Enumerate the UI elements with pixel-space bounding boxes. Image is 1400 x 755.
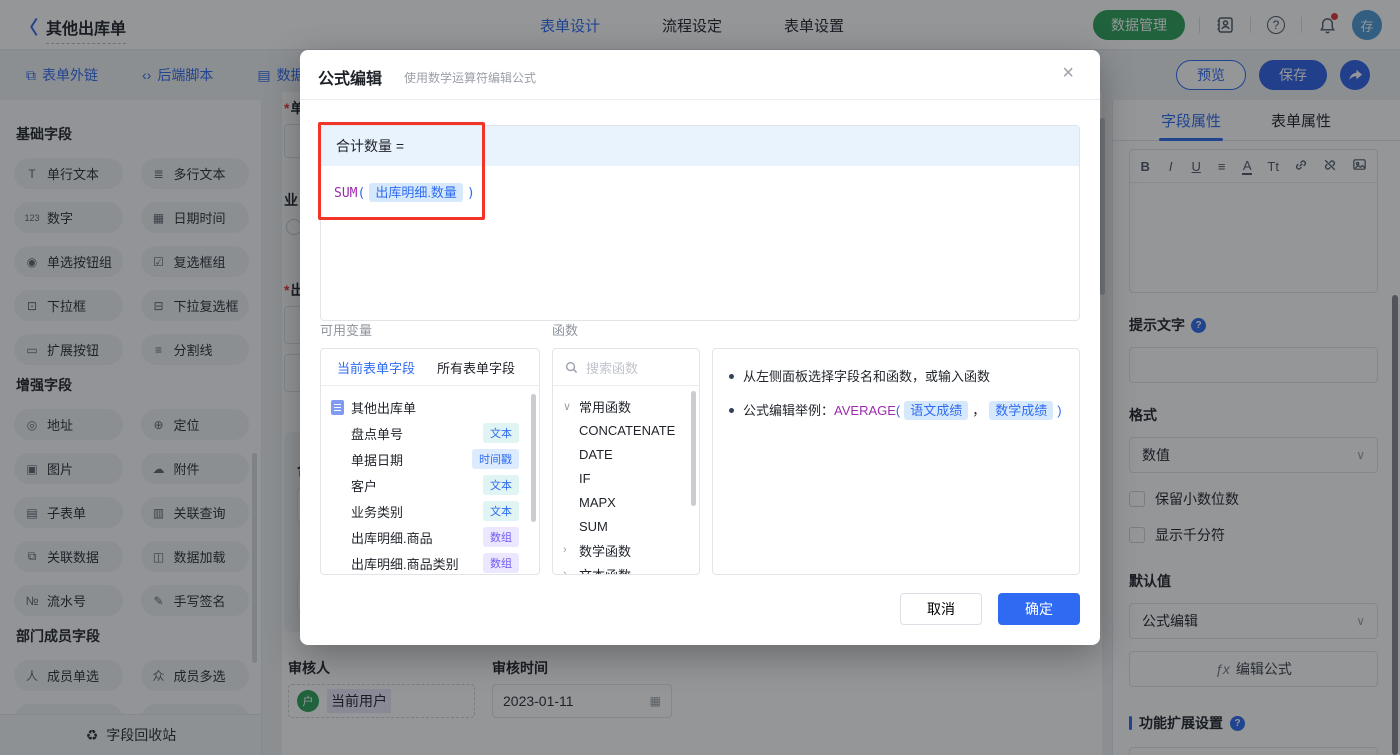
type-badge: 时间戳 <box>472 449 519 469</box>
formula-editor-modal: 公式编辑 使用数学运算符编辑公式 × 合计数量 = SUM(出库明细.数量) 可… <box>300 50 1100 645</box>
tab-current-form-fields[interactable]: 当前表单字段 <box>337 358 415 377</box>
formula-input-area[interactable]: 合计数量 = SUM(出库明细.数量) <box>320 125 1080 321</box>
variable-row[interactable]: 出库明细.商品类别 数组 <box>331 550 529 574</box>
function-item[interactable]: DATE <box>563 442 691 466</box>
paren-close: ) <box>466 186 475 201</box>
variable-row[interactable]: 业务类别 文本 <box>331 498 529 524</box>
function-search-placeholder: 搜索函数 <box>586 360 639 376</box>
type-badge: 文本 <box>483 501 519 521</box>
formula-field-token[interactable]: 出库明细.数量 <box>369 183 463 202</box>
type-badge: 数组 <box>483 553 519 573</box>
function-group-common[interactable]: ∨ 常用函数 <box>563 394 691 418</box>
example-token: 语文成绩 <box>904 401 969 420</box>
functions-label: 函数 <box>552 323 579 338</box>
variables-scrollbar[interactable] <box>531 394 536 522</box>
function-group-text[interactable]: › 文本函数 <box>563 562 691 575</box>
function-item[interactable]: IF <box>563 466 691 490</box>
type-badge: 文本 <box>483 475 519 495</box>
app-window: 〈 其他出库单 表单设计 流程设定 表单设置 数据管理 ? 存 ⧉ 表单外链 ‹… <box>0 0 1400 755</box>
confirm-button[interactable]: 确定 <box>998 593 1080 625</box>
function-item[interactable]: SUM <box>563 514 691 538</box>
caret-down-icon: ∨ <box>563 400 572 413</box>
paren-open: ( <box>357 186 366 201</box>
example-function-name: AVERAGE <box>834 403 896 418</box>
close-icon[interactable]: × <box>1062 62 1074 85</box>
example-token: 数学成绩 <box>989 401 1054 420</box>
bullet <box>729 374 734 379</box>
caret-right-icon: › <box>563 544 567 556</box>
function-search-box[interactable]: 搜索函数 <box>553 349 699 386</box>
functions-panel: 搜索函数 ∨ 常用函数 CONCATENATE DATE IF MAPX SUM … <box>552 348 700 575</box>
variable-row[interactable]: 单据日期 时间戳 <box>331 446 529 472</box>
variables-label: 可用变量 <box>320 323 373 338</box>
function-item[interactable]: MAPX <box>563 490 691 514</box>
type-badge: 文本 <box>483 423 519 443</box>
variable-row[interactable]: 客户 文本 <box>331 472 529 498</box>
cancel-button[interactable]: 取消 <box>900 593 982 625</box>
formula-target: 合计数量 = <box>321 126 1079 166</box>
variable-row[interactable]: 盘点单号 文本 <box>331 420 529 446</box>
form-doc-icon <box>331 399 344 415</box>
functions-scrollbar[interactable] <box>691 391 696 506</box>
modal-header: 公式编辑 使用数学运算符编辑公式 × <box>300 50 1100 100</box>
type-badge: 数组 <box>483 527 519 547</box>
formula-function-name: SUM <box>334 186 358 201</box>
bullet <box>729 408 734 413</box>
search-icon <box>565 361 578 373</box>
modal-title: 公式编辑 <box>318 71 383 88</box>
tip-example: 公式编辑举例：AVERAGE(语文成绩，数学成绩) <box>743 401 1062 420</box>
tip-text: 从左侧面板选择字段名和函数，或输入函数 <box>743 369 991 384</box>
modal-subtitle: 使用数学运算符编辑公式 <box>404 71 537 85</box>
variables-panel: 当前表单字段 所有表单字段 其他出库单 盘点单号 文本 单据日期 时间戳 客户 文本 … <box>320 348 540 575</box>
tab-all-form-fields[interactable]: 所有表单字段 <box>437 358 515 377</box>
function-group-math[interactable]: › 数学函数 <box>563 538 691 562</box>
tips-panel: 从左侧面板选择字段名和函数，或输入函数 公式编辑举例：AVERAGE(语文成绩，… <box>712 348 1080 575</box>
function-item[interactable]: CONCATENATE <box>563 418 691 442</box>
caret-right-icon: › <box>563 568 567 575</box>
variables-tree-root[interactable]: 其他出库单 <box>331 394 529 420</box>
variable-row[interactable]: 出库明细.商品 数组 <box>331 524 529 550</box>
